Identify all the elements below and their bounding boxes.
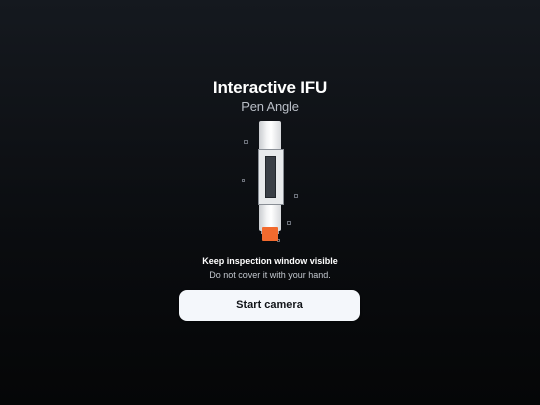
particle-dot (287, 221, 291, 225)
pen-angle-screen: Interactive IFU Pen Angle Keep inspectio… (0, 0, 540, 405)
needle-cap (262, 227, 278, 241)
instruction-text: Do not cover it with your hand. (209, 270, 331, 280)
particle-dot (244, 140, 248, 144)
inspection-window (265, 156, 276, 198)
start-camera-button[interactable]: Start camera (179, 290, 360, 321)
injection-pen-illustration (236, 118, 308, 248)
instruction-heading: Keep inspection window visible (202, 256, 338, 266)
particle-dot (242, 179, 245, 182)
particle-dot (294, 194, 298, 198)
page-title: Interactive IFU (212, 78, 328, 97)
page-subtitle: Pen Angle (241, 99, 299, 114)
